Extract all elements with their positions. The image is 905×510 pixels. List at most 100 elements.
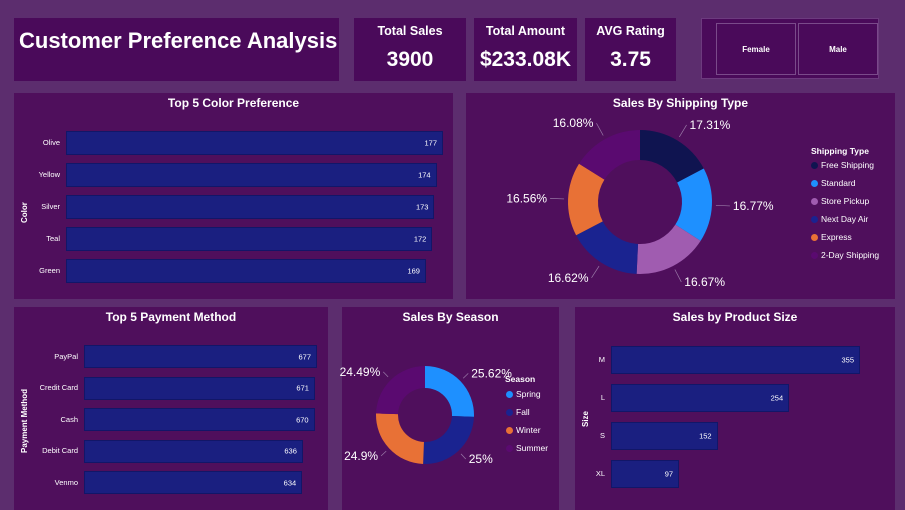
leader-line	[715, 204, 730, 207]
data-label: 671	[296, 383, 309, 393]
legend-label: Spring	[516, 389, 541, 399]
legend-dot-icon	[506, 426, 513, 434]
data-label: 173	[415, 202, 429, 212]
data-label: 254	[770, 393, 784, 403]
data-label: 172	[413, 234, 427, 244]
page-title: Customer Preference Analysis	[19, 28, 338, 53]
data-label: 16.62%	[548, 271, 589, 285]
category-label: Olive	[42, 138, 60, 147]
kpi-total-sales: Total Sales 3900	[354, 18, 466, 81]
color-preference-panel: Top 5 Color Preference Color Olive 177 Yel…	[14, 93, 453, 299]
legend-label: Free Shipping	[821, 160, 874, 170]
legend-item[interactable]: Store Pickup	[811, 196, 869, 206]
donut-slice[interactable]	[425, 366, 474, 417]
panel-title: Top 5 Payment Method	[105, 310, 237, 324]
legend-item[interactable]: Winter	[506, 425, 541, 435]
legend-label: Winter	[516, 425, 541, 435]
leader-line	[380, 450, 387, 457]
legend-label: Summer	[516, 443, 549, 453]
data-label: 25%	[469, 452, 493, 466]
category-label: PayPal	[54, 351, 78, 361]
legend-item[interactable]: 2-Day Shipping	[811, 250, 879, 260]
donut-slice[interactable]	[376, 366, 425, 415]
legend-item[interactable]: Free Shipping	[811, 160, 874, 170]
legend-title: Season	[505, 374, 536, 384]
legend-dot-icon	[811, 215, 818, 223]
donut-slice[interactable]	[423, 416, 474, 464]
data-label: 634	[283, 478, 297, 487]
data-label: 16.08%	[553, 116, 594, 130]
category-label: Green	[39, 266, 60, 275]
data-label: 16.77%	[733, 199, 774, 213]
category-label: Teal	[46, 234, 60, 243]
payment-method-panel: Top 5 Payment Method Payment Method PayP…	[14, 307, 328, 510]
data-label: 177	[424, 138, 437, 148]
kpi-value: 3.75	[610, 48, 651, 71]
data-label: 355	[841, 355, 854, 365]
category-label: M	[598, 355, 605, 364]
bar[interactable]: 152	[611, 422, 718, 450]
legend-dot-icon	[506, 390, 513, 398]
slicer-option-female[interactable]: Female	[716, 23, 796, 75]
bar[interactable]: 634	[84, 471, 303, 494]
kpi-value: 3900	[386, 48, 434, 71]
kpi-value: $233.08K	[479, 48, 572, 71]
legend-item[interactable]: Standard	[811, 178, 856, 188]
legend-item[interactable]: Summer	[506, 443, 548, 453]
data-label: 16.67%	[684, 275, 725, 289]
legend-dot-icon	[811, 161, 818, 169]
axis-title: Size	[581, 410, 590, 427]
legend-item[interactable]: Spring	[506, 389, 541, 399]
kpi-label: AVG Rating	[596, 24, 665, 38]
bar[interactable]: 671	[84, 376, 315, 400]
legend-label: Fall	[516, 407, 530, 417]
legend-dot-icon	[811, 251, 818, 259]
title-card: Customer Preference Analysis	[14, 18, 339, 81]
bar[interactable]: 670	[84, 408, 315, 431]
bar[interactable]: 172	[66, 227, 433, 251]
bar[interactable]: 636	[84, 439, 303, 463]
legend-dot-icon	[506, 408, 513, 416]
bar[interactable]: 97	[611, 460, 680, 488]
leader-line	[383, 371, 389, 378]
bar[interactable]: 177	[66, 131, 443, 155]
legend-label: Next Day Air	[821, 214, 869, 224]
bar[interactable]: 254	[611, 384, 790, 412]
leader-line	[679, 124, 687, 138]
leader-line	[462, 373, 469, 379]
category-label: Yellow	[38, 170, 60, 179]
legend-label: 2-Day Shipping	[821, 250, 880, 260]
leader-line	[591, 265, 600, 279]
kpi-label: Total Amount	[485, 24, 566, 38]
data-label: 677	[298, 352, 311, 361]
legend-item[interactable]: Next Day Air	[811, 214, 868, 224]
category-label: S	[599, 431, 605, 440]
category-label: Cash	[60, 414, 78, 424]
category-label: L	[600, 393, 605, 402]
leader-line	[550, 198, 565, 200]
legend-item[interactable]: Fall	[506, 407, 530, 417]
data-label: 174	[418, 170, 431, 180]
donut-slice[interactable]	[376, 413, 424, 464]
legend-label: Store Pickup	[821, 196, 870, 206]
panel-title: Top 5 Color Preference	[167, 96, 300, 110]
data-label: 169	[407, 266, 420, 276]
data-label: 97	[664, 469, 674, 479]
gender-slicer: Female Male	[701, 18, 879, 79]
slicer-option-male[interactable]: Male	[798, 23, 878, 75]
data-label: 24.49%	[340, 365, 381, 379]
category-label: Venmo	[54, 477, 78, 487]
bar[interactable]: 173	[66, 195, 435, 219]
kpi-label: Total Sales	[377, 24, 443, 38]
category-label: Silver	[41, 202, 60, 211]
bar[interactable]: 174	[66, 163, 437, 187]
legend-item[interactable]: Express	[811, 232, 852, 242]
kpi-total-amount: Total Amount $233.08K	[474, 18, 577, 81]
legend-label: Express	[821, 232, 852, 242]
bar[interactable]: 355	[611, 346, 860, 374]
bar[interactable]: 169	[66, 259, 426, 283]
legend-dot-icon	[811, 179, 818, 187]
bar[interactable]: 677	[84, 345, 317, 368]
data-label: 636	[284, 446, 297, 456]
legend-dot-icon	[506, 444, 513, 452]
